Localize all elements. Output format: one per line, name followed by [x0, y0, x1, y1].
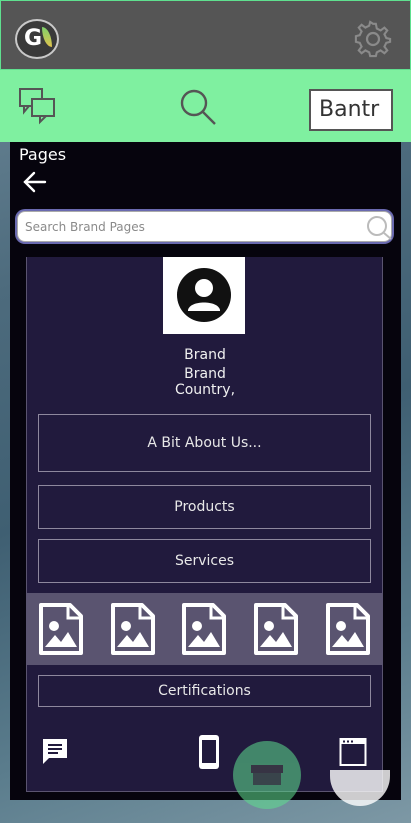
- image-file-icon[interactable]: [181, 602, 227, 656]
- message-icon[interactable]: [40, 736, 70, 766]
- products-button[interactable]: Products: [38, 485, 371, 529]
- image-file-icon[interactable]: [325, 602, 371, 656]
- account-circle-icon: [177, 268, 231, 322]
- leaf-icon: [42, 27, 52, 47]
- logo-letter: G: [24, 26, 43, 51]
- about-us-button[interactable]: A Bit About Us...: [38, 414, 371, 472]
- avatar: [163, 257, 245, 334]
- mobile-phone-icon[interactable]: [198, 734, 220, 770]
- top-bar: G: [0, 0, 411, 70]
- browser-window-icon[interactable]: [339, 737, 367, 767]
- arrow-left-icon[interactable]: [22, 170, 48, 194]
- app-logo[interactable]: G: [15, 19, 59, 59]
- page-title: Pages: [19, 145, 67, 164]
- search-icon[interactable]: [178, 87, 218, 127]
- search-icon[interactable]: [364, 214, 392, 240]
- search-field: [17, 211, 392, 242]
- image-file-icon[interactable]: [253, 602, 299, 656]
- brand-name: Brand: [184, 347, 226, 363]
- brand-country: Country,: [174, 382, 236, 398]
- store-icon: [251, 765, 283, 785]
- image-file-icon[interactable]: [38, 602, 84, 656]
- bantr-button[interactable]: Bantr: [309, 89, 393, 131]
- search-input[interactable]: [25, 216, 355, 238]
- image-file-icon[interactable]: [110, 602, 156, 656]
- gear-icon[interactable]: [354, 20, 392, 58]
- brand-line: Brand: [184, 366, 226, 382]
- certifications-button[interactable]: Certifications: [38, 675, 371, 707]
- chat-bubbles-icon[interactable]: [18, 87, 58, 125]
- services-button[interactable]: Services: [38, 539, 371, 583]
- secondary-fab[interactable]: [330, 770, 390, 806]
- store-fab[interactable]: [233, 741, 301, 809]
